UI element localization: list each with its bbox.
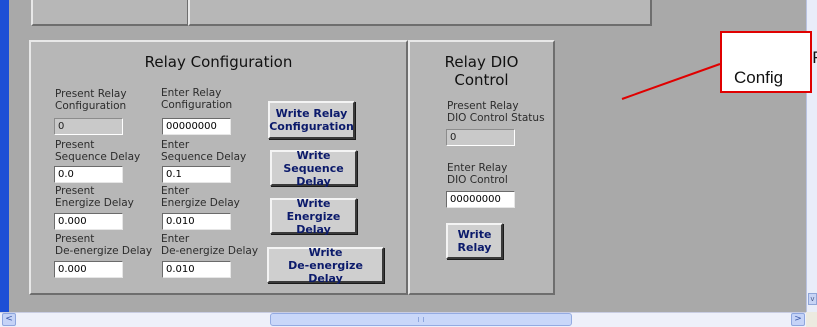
callout-line-1: Re (774, 48, 817, 68)
enter-seq-label-1: Enter (161, 139, 190, 151)
enter-config-label-1: Enter Relay (161, 87, 222, 99)
write-relay-label-2: Relay (457, 241, 492, 254)
present-energize-label-1: Present (55, 185, 95, 197)
enter-config-input[interactable]: 00000000 (162, 118, 231, 135)
top-panel-right (188, 0, 652, 26)
enter-config-label-2: Configuration (161, 99, 233, 111)
callout-text: Re Config (734, 48, 817, 88)
present-config-label-2: Configuration (55, 100, 127, 112)
write-seq-label-1: Write (296, 148, 331, 162)
scroll-right-button[interactable]: > (791, 313, 805, 326)
enter-deenergize-input[interactable]: 0.010 (162, 261, 231, 278)
write-relay-configuration-button[interactable]: Write Relay Configuration (268, 101, 355, 139)
write-relay-label-1: Write (457, 228, 492, 241)
relay-configuration-title: Relay Configuration (144, 53, 293, 71)
dio-present-label-1: Present Relay (447, 100, 519, 112)
relay-dio-title: Relay DIO Control (408, 53, 555, 89)
enter-energize-label-1: Enter (161, 185, 190, 197)
present-deenergize-label-1: Present (55, 233, 95, 245)
enter-deenergize-label-2: De-energize Delay (161, 245, 259, 257)
callout-line-2: Config (734, 68, 784, 87)
write-config-label-2: Configuration (269, 120, 354, 133)
relay-dio-title-line-1: Relay DIO (444, 53, 519, 71)
write-energize-label-2: Energize Delay (286, 209, 341, 236)
scroll-grip-icon (418, 317, 424, 322)
write-sequence-delay-button[interactable]: Write Sequence Delay (270, 148, 357, 188)
dio-present-field: 0 (446, 129, 515, 146)
enter-energize-input[interactable]: 0.010 (162, 213, 231, 230)
write-deenergize-label-2: De-energize Delay (288, 258, 363, 285)
enter-seq-input[interactable]: 0.1 (162, 166, 231, 183)
present-energize-label-2: Energize Delay (55, 197, 134, 209)
present-config-field: 0 (54, 118, 123, 135)
write-config-label-1: Write Relay (275, 107, 348, 120)
write-deenergize-label-1: Write (308, 245, 343, 259)
enter-deenergize-label-1: Enter (161, 233, 190, 245)
present-deenergize-field: 0.000 (54, 261, 123, 278)
write-relay-button[interactable]: Write Relay (446, 223, 503, 259)
window-frame-left (0, 0, 9, 312)
write-energize-label-1: Write (296, 196, 331, 210)
write-deenergize-delay-button[interactable]: Write De-energize Delay (267, 245, 384, 285)
scroll-left-button[interactable]: < (2, 313, 16, 326)
scrollbar-corner (806, 312, 817, 327)
dio-enter-label-1: Enter Relay (447, 162, 508, 174)
present-deenergize-label-2: De-energize Delay (55, 245, 153, 257)
dio-enter-label-2: DIO Control (447, 174, 508, 186)
relay-dio-title-line-2: Control (454, 71, 509, 89)
present-config-label-1: Present Relay (55, 88, 127, 100)
present-energize-field: 0.000 (54, 213, 123, 230)
present-seq-field: 0.0 (54, 166, 123, 183)
enter-seq-label-2: Sequence Delay (161, 151, 247, 163)
scroll-down-button[interactable]: v (808, 293, 817, 305)
present-seq-label-2: Sequence Delay (55, 151, 141, 163)
dio-present-label-2: DIO Control Status (447, 112, 545, 124)
write-seq-label-2: Sequence Delay (283, 161, 344, 188)
write-energize-delay-button[interactable]: Write Energize Delay (270, 196, 357, 236)
top-panel-left (31, 0, 189, 26)
enter-energize-label-2: Energize Delay (161, 197, 240, 209)
dio-enter-input[interactable]: 00000000 (446, 191, 515, 208)
present-seq-label-1: Present (55, 139, 95, 151)
